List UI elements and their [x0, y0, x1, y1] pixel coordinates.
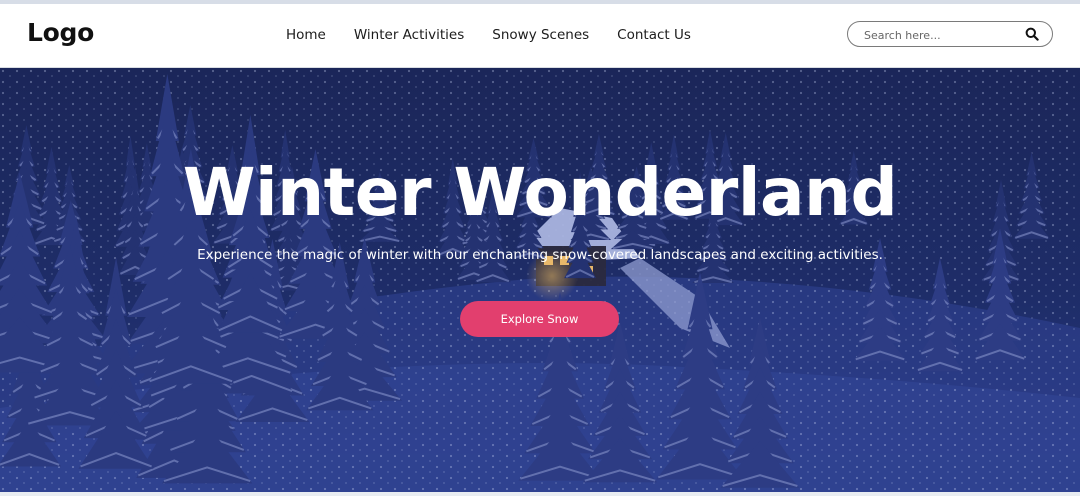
hero-title: Winter Wonderland: [182, 154, 898, 231]
search-box: [847, 21, 1053, 47]
search-input[interactable]: [862, 26, 1026, 44]
hero-section: Winter Wonderland Experience the magic o…: [0, 68, 1080, 492]
bottom-border: [0, 492, 1080, 496]
nav-link-contact-us[interactable]: Contact Us: [617, 27, 691, 43]
nav-link-home[interactable]: Home: [286, 27, 326, 43]
nav-link-snowy-scenes[interactable]: Snowy Scenes: [492, 27, 589, 43]
nav-link-winter-activities[interactable]: Winter Activities: [354, 27, 464, 43]
hero-background-image: [0, 68, 1080, 492]
site-header: Logo Home Winter Activities Snowy Scenes…: [0, 4, 1080, 68]
explore-snow-button[interactable]: Explore Snow: [460, 301, 619, 337]
site-logo[interactable]: Logo: [27, 18, 94, 47]
main-nav: Home Winter Activities Snowy Scenes Cont…: [286, 27, 691, 43]
hero-subtitle: Experience the magic of winter with our …: [197, 247, 883, 263]
search-icon[interactable]: [1025, 27, 1039, 41]
